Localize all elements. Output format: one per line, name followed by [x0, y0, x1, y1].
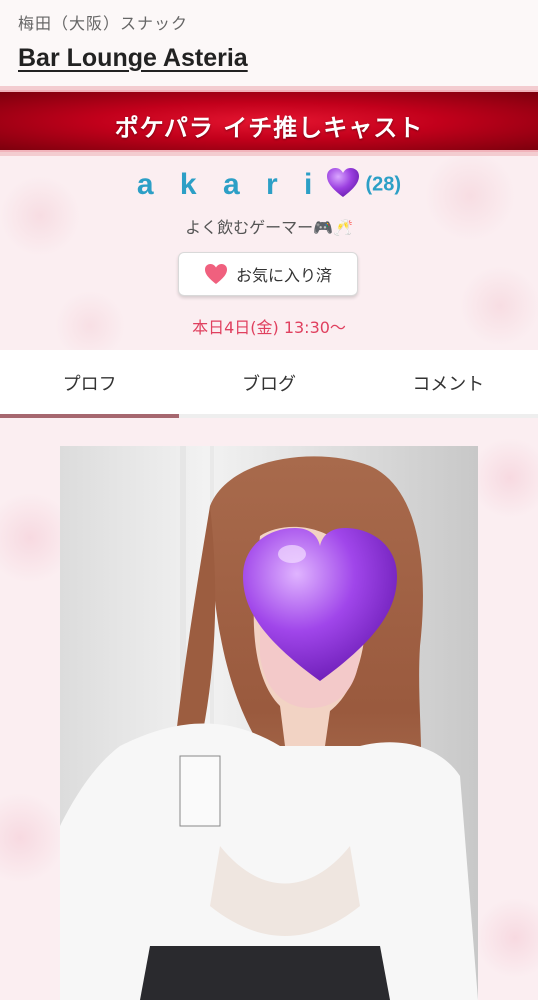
tab-comment[interactable]: コメント [359, 350, 538, 414]
tab-profile[interactable]: プロフ [0, 350, 180, 418]
recommend-banner: ポケパラ イチ推しキャスト [0, 86, 538, 156]
cast-name-row: a k a r i (28) [0, 168, 538, 202]
cast-photo-illustration [60, 446, 478, 1000]
banner-inner: ポケパラ イチ推しキャスト [0, 90, 538, 152]
favorite-button[interactable]: お気に入り済 [178, 252, 358, 296]
tab-blog[interactable]: ブログ [179, 350, 358, 414]
purple-heart-icon [326, 167, 360, 199]
cast-catchcopy: よく飲むゲーマー🎮🥂 [185, 218, 353, 237]
photo-area [0, 418, 538, 1000]
heart-icon [204, 263, 228, 285]
banner-title: ポケパラ イチ推しキャスト [114, 114, 424, 142]
profile-area: a k a r i (28) よく飲むゲーマー🎮🥂 お気に入り済 本日4日(金)… [0, 156, 538, 350]
cast-age: (28) [365, 173, 402, 196]
profile-tabs: プロフ ブログ コメント [0, 350, 538, 418]
shop-name-link[interactable]: Bar Lounge Asteria [18, 44, 248, 73]
cast-photo[interactable] [60, 446, 478, 1000]
cast-name: a k a r i [136, 168, 322, 201]
area-genre-label: 梅田（大阪）スナック [18, 14, 189, 33]
schedule-text: 本日4日(金) 13:30〜 [192, 318, 346, 337]
top-header: 梅田（大阪）スナック Bar Lounge Asteria [0, 0, 538, 88]
favorite-label: お気に入り済 [235, 266, 332, 285]
